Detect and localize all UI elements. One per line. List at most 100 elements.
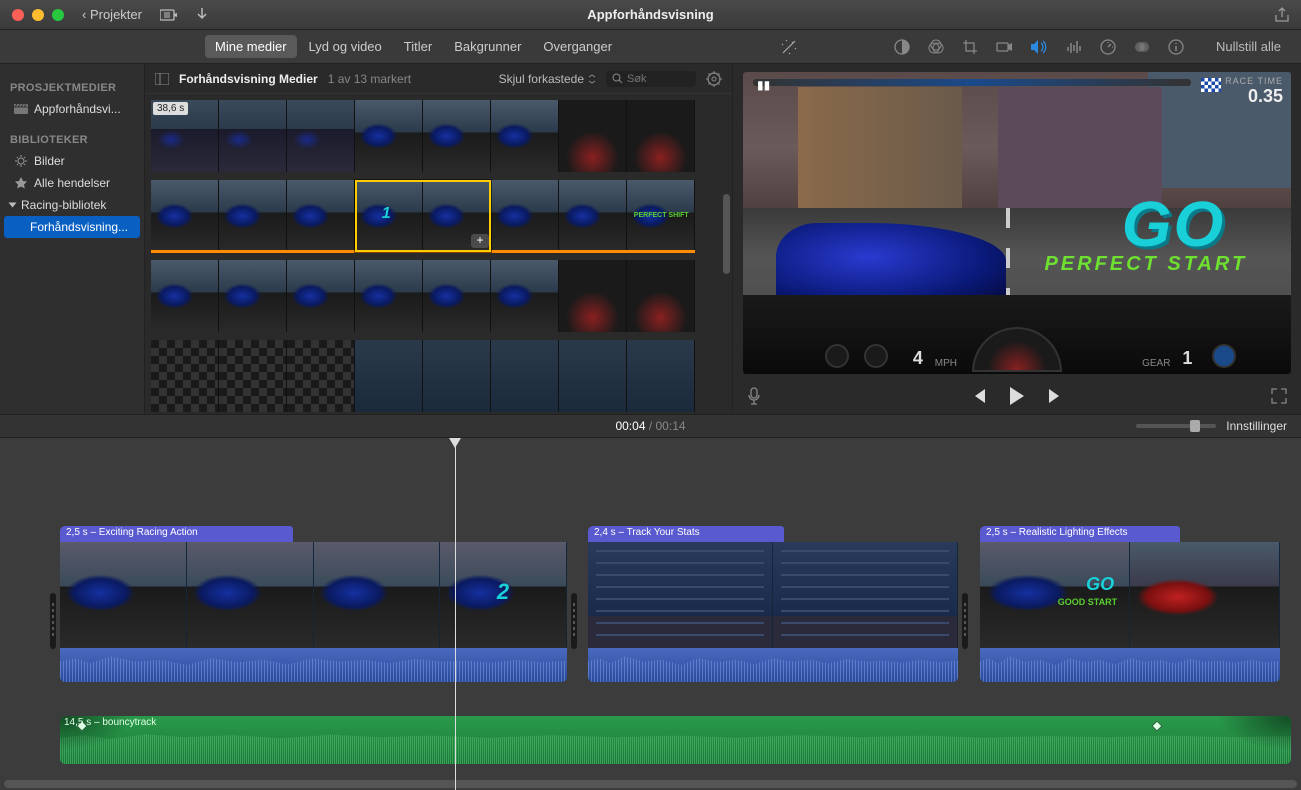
media-thumbnail[interactable]: 1 [355,180,423,252]
back-to-projects-button[interactable]: ‹ Projekter [82,7,142,22]
go-overlay: GO [1086,574,1114,595]
media-thumbnail[interactable] [219,260,287,332]
search-input[interactable] [627,73,687,85]
add-to-timeline-button[interactable]: + [471,234,489,248]
play-button[interactable] [1009,387,1025,405]
media-thumbnail[interactable] [559,180,627,252]
next-button[interactable] [1047,389,1063,403]
media-thumbnail[interactable] [559,260,627,332]
media-thumbnail[interactable] [559,100,627,172]
media-thumbnail[interactable] [627,260,695,332]
playhead[interactable] [455,438,456,790]
zoom-slider[interactable] [1136,424,1216,428]
timeline-clip[interactable]: 2,4 s – Track Your Stats [588,526,958,682]
timeline-clip[interactable]: 2,5 s – Exciting Racing Action 2 [60,526,567,682]
voiceover-icon[interactable] [747,387,761,405]
sidebar-item-label: Bilder [34,154,65,168]
clip-edge-handle[interactable] [962,593,968,649]
media-thumbnail[interactable] [219,340,287,412]
browser-selection-count: 1 av 13 markert [328,72,411,86]
race-time-display: RACE TIME 0.35 [1225,76,1283,107]
countdown-overlay: 1 [382,205,391,223]
media-thumbnail[interactable] [219,180,287,252]
media-thumbnail[interactable]: PERFECT SHIFT [627,180,695,252]
clip-audio-waveform[interactable] [588,648,958,682]
preview-canvas[interactable]: 4 MPH 1 GEAR GO PERFECT START ▮▮ RACE TI… [743,72,1291,374]
noise-reduction-icon[interactable] [1066,39,1082,55]
stabilization-icon[interactable] [996,40,1012,54]
clip-title-bar[interactable]: 2,5 s – Exciting Racing Action [60,526,293,542]
media-thumbnail[interactable] [491,100,559,172]
media-thumbnail[interactable] [287,100,355,172]
media-import-button[interactable] [160,8,178,22]
media-thumbnail[interactable] [491,260,559,332]
hide-rejected-dropdown[interactable]: Skjul forkastede [499,72,596,86]
media-thumbnail[interactable] [151,180,219,252]
clip-filter-icon[interactable] [1134,39,1150,55]
media-thumbnail[interactable] [423,340,491,412]
hud-gear-label: GEAR [1142,358,1170,369]
tab-titles[interactable]: Titler [394,35,442,58]
sidebar-item-photos[interactable]: Bilder [0,150,144,172]
music-track-clip[interactable]: 14,5 s – bouncytrack [60,716,1291,764]
sidebar-item-preview-event[interactable]: Forhåndsvisning... [4,216,140,238]
search-field[interactable] [606,71,696,87]
media-thumbnail[interactable] [287,260,355,332]
magic-wand-icon[interactable] [780,38,798,56]
color-balance-icon[interactable] [894,39,910,55]
media-thumbnail[interactable] [627,340,695,412]
media-thumbnail[interactable] [355,340,423,412]
color-correction-icon[interactable] [928,39,944,55]
clip-audio-waveform[interactable] [980,648,1280,682]
media-thumbnail[interactable] [491,340,559,412]
fullscreen-window-button[interactable] [52,9,64,21]
media-thumbnail[interactable] [287,340,355,412]
prev-button[interactable] [971,389,987,403]
audio-keyframe[interactable] [1151,720,1162,731]
timeline-clip[interactable]: 2,5 s – Realistic Lighting Effects GOGOO… [980,526,1280,682]
speed-icon[interactable] [1100,39,1116,55]
timeline[interactable]: 2,5 s – Exciting Racing Action 2 2,4 s –… [0,438,1301,790]
media-thumbnail[interactable] [355,260,423,332]
tab-audio-video[interactable]: Lyd og video [299,35,392,58]
clip-edge-handle[interactable] [50,593,56,649]
hud-gear-value: 1 [1182,348,1192,369]
clip-edge-handle[interactable] [571,593,577,649]
download-icon[interactable] [196,8,208,22]
browser-scrollbar[interactable] [723,194,730,274]
tab-transitions[interactable]: Overganger [533,35,622,58]
tab-my-media[interactable]: Mine medier [205,35,297,58]
media-thumbnail[interactable] [491,180,559,252]
media-thumbnail[interactable] [423,100,491,172]
crop-icon[interactable] [962,39,978,55]
timeline-settings-button[interactable]: Innstillinger [1226,419,1287,433]
clip-title-bar[interactable]: 2,4 s – Track Your Stats [588,526,784,542]
layout-toggle-icon[interactable] [155,73,169,85]
close-window-button[interactable] [12,9,24,21]
clip-audio-waveform[interactable] [60,648,567,682]
media-thumbnail[interactable] [355,100,423,172]
sidebar-item-racing-library[interactable]: Racing-bibliotek [0,194,144,216]
volume-icon[interactable] [1030,39,1048,55]
fullscreen-preview-icon[interactable] [1271,388,1287,404]
reset-all-button[interactable]: Nullstill alle [1216,39,1281,54]
checkered-flag-icon [1201,78,1221,92]
sidebar-item-label: Alle hendelser [34,176,110,190]
tab-backgrounds[interactable]: Bakgrunner [444,35,531,58]
media-thumbnail[interactable] [423,260,491,332]
media-thumbnail[interactable] [151,340,219,412]
media-thumbnail[interactable] [559,340,627,412]
media-thumbnail[interactable] [219,100,287,172]
share-button[interactable] [1275,7,1289,23]
clip-title-bar[interactable]: 2,5 s – Realistic Lighting Effects [980,526,1180,542]
media-thumbnail[interactable] [287,180,355,252]
music-clip-label: 14,5 s – bouncytrack [64,717,156,728]
sidebar-item-project[interactable]: Appforhåndsvi... [0,98,144,120]
browser-settings-icon[interactable] [706,71,722,87]
media-thumbnail[interactable] [151,260,219,332]
minimize-window-button[interactable] [32,9,44,21]
media-thumbnail[interactable] [627,100,695,172]
timeline-horizontal-scrollbar[interactable] [4,780,1297,788]
info-icon[interactable] [1168,39,1184,55]
sidebar-item-all-events[interactable]: Alle hendelser [0,172,144,194]
